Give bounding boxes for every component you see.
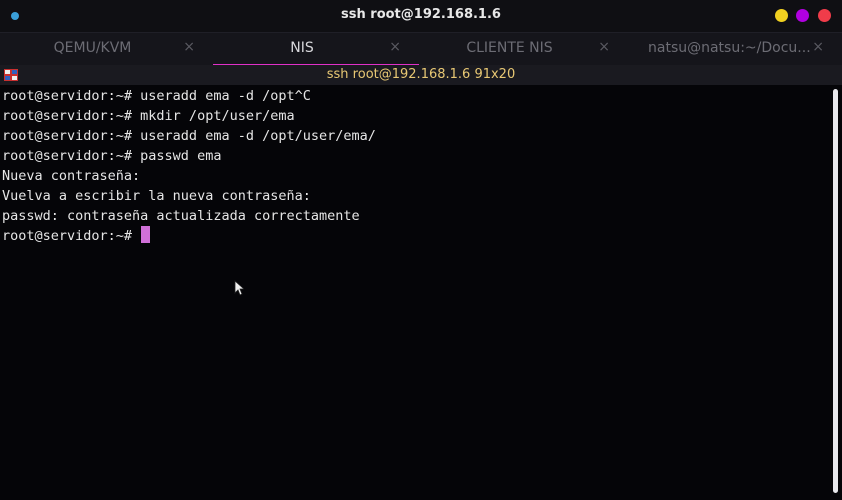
text-cursor — [141, 226, 151, 243]
tab-close-icon[interactable]: × — [812, 39, 824, 55]
scrollbar-thumb[interactable] — [833, 89, 838, 493]
terminal-line: Nueva contraseña: — [2, 168, 141, 184]
terminal-line: root@servidor:~# passwd ema — [2, 148, 222, 164]
terminal-line: root@servidor:~# useradd ema -d /opt/use… — [2, 128, 376, 144]
maximize-button[interactable] — [796, 9, 809, 22]
tab-close-icon[interactable]: × — [389, 39, 401, 55]
title-bar[interactable]: ssh root@192.168.1.6 — [0, 0, 842, 32]
tab-label: natsu@natsu:~/Docu... — [648, 40, 811, 56]
terminal-line: root@servidor:~# mkdir /opt/user/ema — [2, 108, 295, 124]
tab-qemu-kvm[interactable]: QEMU/KVM × — [0, 33, 213, 66]
terminal-prompt: root@servidor:~# — [2, 228, 141, 244]
terminal-line: root@servidor:~# useradd ema -d /opt^C — [2, 88, 311, 104]
terminal-header: ssh root@192.168.1.6 91x20 — [0, 65, 842, 85]
tab-bar: QEMU/KVM × NIS × CLIENTE NIS × natsu@nat… — [0, 32, 842, 66]
tab-label: NIS — [290, 40, 314, 56]
tab-label: CLIENTE NIS — [466, 40, 553, 56]
terminal-output[interactable]: root@servidor:~# useradd ema -d /opt^C r… — [0, 85, 830, 500]
close-window-button[interactable] — [818, 9, 831, 22]
tab-label: QEMU/KVM — [53, 40, 132, 56]
terminal-line: Vuelva a escribir la nueva contraseña: — [2, 188, 311, 204]
tab-cliente-nis[interactable]: CLIENTE NIS × — [419, 33, 628, 66]
terminal-prompt-line[interactable]: root@servidor:~# — [2, 226, 151, 246]
tab-close-icon[interactable]: × — [598, 39, 610, 55]
tab-nis[interactable]: NIS × — [213, 33, 419, 66]
tab-close-icon[interactable]: × — [183, 39, 195, 55]
terminal-line: passwd: contraseña actualizada correctam… — [2, 208, 360, 224]
terminal-title: ssh root@192.168.1.6 91x20 — [326, 67, 516, 82]
minimize-button[interactable] — [775, 9, 788, 22]
window-title: ssh root@192.168.1.6 — [341, 7, 501, 22]
terminal-window: ssh root@192.168.1.6 QEMU/KVM × NIS × CL… — [0, 0, 842, 500]
scrollbar[interactable] — [830, 85, 842, 500]
tab-natsu-documents[interactable]: natsu@natsu:~/Docu... × — [628, 33, 842, 66]
mouse-pointer-icon — [234, 280, 244, 296]
